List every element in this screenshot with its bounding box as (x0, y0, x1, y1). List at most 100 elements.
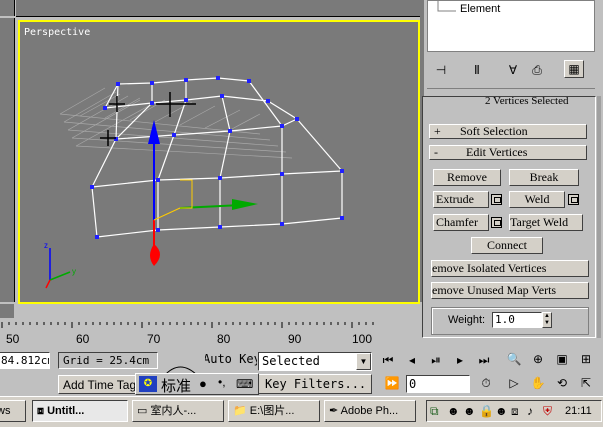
zoom-extents-all-icon[interactable]: ⊞ (576, 350, 596, 368)
show-end-result-icon[interactable]: Ⅱ (467, 61, 487, 79)
key-mode-toggle-icon[interactable]: ⏩ (382, 374, 402, 392)
taskbar-item-label: 室内人-... (150, 405, 197, 417)
add-time-tag-button[interactable]: Add Time Tag (58, 375, 138, 394)
make-unique-icon[interactable]: ∀ (503, 61, 523, 79)
key-filters-button[interactable]: Key Filters... (258, 374, 372, 394)
rollout-sign: + (434, 124, 441, 138)
ruler-tick-label: 70 (147, 332, 161, 346)
perspective-viewport[interactable]: Perspective z y (18, 20, 420, 304)
photoshop-icon: ✒ (329, 405, 341, 417)
time-config-icon[interactable]: ⏱ (476, 374, 496, 392)
tray-monitor-icon[interactable]: ⧈ (511, 404, 519, 419)
taskbar: ws ⧈ Untitl... ▭ 室内人-... 📁 E:\图片... ✒ Ad… (0, 396, 603, 427)
viewport-top-left-edge (0, 0, 15, 16)
box-wireframe (91, 77, 343, 238)
clock[interactable]: 21:11 (565, 405, 592, 417)
app-3dsmax-icon: ⧈ (37, 405, 48, 417)
time-ruler[interactable]: 50 60 70 80 90 100 (0, 320, 420, 348)
weight-input[interactable]: 1.0 (492, 312, 542, 328)
weight-spinner[interactable]: ▲ ▼ (542, 312, 552, 328)
arc-rotate-icon[interactable]: ⟲ (552, 374, 572, 392)
svg-text:y: y (72, 267, 76, 276)
go-to-end-icon[interactable]: ⏭ (474, 351, 494, 369)
maximize-viewport-icon[interactable]: ⇱ (576, 374, 596, 392)
viewport-left-edge[interactable] (0, 18, 15, 302)
chamfer-settings-checkbox[interactable] (491, 217, 502, 228)
tray-network-icon[interactable]: ⧉ (430, 404, 439, 419)
zoom-all-icon[interactable]: ⊕ (528, 350, 548, 368)
system-tray: ⧉ ☻ ☻ 🔒 ☻ ⧈ ♪ ⛨ 21:11 (426, 400, 602, 422)
auto-key-button[interactable]: Auto Key (205, 352, 257, 369)
rollout-title: Edit Vertices (466, 145, 528, 159)
rollout-soft-selection[interactable]: + Soft Selection (429, 124, 587, 139)
app-window-icon: ▭ (137, 405, 151, 417)
tray-lock-icon[interactable]: 🔒 (479, 404, 494, 418)
tray-qq-icon[interactable]: ☻ (463, 404, 476, 418)
remove-isolated-vertices-button[interactable]: Remove Isolated Vertices (431, 260, 589, 277)
taskbar-item-3[interactable]: 📁 E:\图片... (228, 400, 320, 422)
ime-fullwidth-icon[interactable]: ● (199, 376, 207, 391)
tray-shield-icon[interactable]: ⛨ (543, 404, 552, 419)
taskbar-item-4[interactable]: ✒ Adobe Ph... (324, 400, 416, 422)
zoom-extents-icon[interactable]: ▣ (552, 350, 572, 368)
ime-toolbar[interactable]: ✪ 标准 ● •, ⌨ (135, 373, 259, 395)
remove-modifier-icon[interactable]: ⎙ (527, 61, 547, 79)
svg-text:z: z (44, 241, 48, 250)
playback-controls: ⏮ ◂ ⏯ ▸ ⏭ (378, 350, 500, 370)
rollout-sign: - (434, 145, 438, 159)
ruler-tick-label: 100 (352, 332, 373, 346)
modifier-stack[interactable]: Element (427, 0, 595, 52)
taskbar-item-2[interactable]: ▭ 室内人-... (132, 400, 224, 422)
ime-punct-icon[interactable]: •, (218, 375, 226, 389)
start-button[interactable]: ws (0, 400, 26, 422)
previous-frame-icon[interactable]: ◂ (402, 351, 422, 369)
current-frame-field[interactable]: 0 (406, 375, 470, 393)
weld-settings-checkbox[interactable] (568, 194, 579, 205)
chamfer-button[interactable]: Chamfer (433, 214, 489, 231)
ime-logo-icon[interactable]: ✪ (139, 376, 157, 392)
taskbar-item-untitled[interactable]: ⧈ Untitl... (32, 400, 128, 422)
remove-unused-map-verts-button[interactable]: Remove Unused Map Verts (431, 282, 589, 299)
ime-mode-label[interactable]: 标准 (161, 375, 191, 396)
extrude-button[interactable]: Extrude (433, 191, 489, 208)
world-axis-tripod: z y (44, 241, 76, 289)
element-label[interactable]: Element (460, 3, 500, 15)
taskbar-item-label: E:\图片... (249, 405, 295, 417)
dropdown-arrow-icon[interactable]: ▼ (356, 353, 371, 370)
auto-key-label: Auto Key (205, 352, 257, 366)
vertices (90, 76, 344, 239)
tree-lines (437, 1, 456, 12)
selection-dropdown-value: Selected (262, 354, 320, 368)
viewport-scene: z y (44, 76, 344, 289)
panel-separator (427, 88, 595, 89)
coord-field[interactable]: 84.812cm (0, 352, 50, 369)
zoom-icon[interactable]: 🔍 (504, 350, 524, 368)
break-button[interactable]: Break (509, 169, 579, 186)
go-to-start-icon[interactable]: ⏮ (378, 351, 398, 369)
pan-hand-icon[interactable]: ✋ (528, 374, 548, 392)
target-weld-button[interactable]: Target Weld (509, 214, 583, 231)
viewport-top-strip[interactable] (16, 0, 420, 17)
grid-field: Grid = 25.4cm (58, 352, 158, 369)
configure-modifier-sets-icon[interactable]: ▦ (564, 60, 584, 78)
key-filters-label: Key Filters... (265, 377, 367, 391)
tray-qq-icon[interactable]: ☻ (495, 404, 508, 418)
tray-volume-icon[interactable]: ♪ (527, 404, 533, 418)
selection-dropdown[interactable]: Selected ▼ (258, 352, 372, 371)
extrude-settings-checkbox[interactable] (491, 194, 502, 205)
remove-button[interactable]: Remove (433, 169, 501, 186)
pin-stack-icon[interactable]: ⊣ (431, 61, 451, 79)
selection-info: 2 Vertices Selected (485, 96, 569, 107)
play-icon[interactable]: ⏯ (426, 351, 446, 369)
panel-scrollbar[interactable] (597, 96, 601, 338)
next-frame-icon[interactable]: ▸ (450, 351, 470, 369)
weld-button[interactable]: Weld (509, 191, 565, 208)
viewport-bottom-left (0, 304, 14, 318)
rollout-edit-vertices[interactable]: - Edit Vertices (429, 145, 587, 160)
viewport-nav-controls: 🔍 ⊕ ▣ ⊞ ▷ ✋ ⟲ ⇱ (504, 348, 603, 396)
tray-qq-icon[interactable]: ☻ (447, 404, 460, 418)
field-of-view-icon[interactable]: ▷ (504, 374, 524, 392)
connect-button[interactable]: Connect (471, 237, 543, 254)
weight-label: Weight: (448, 314, 486, 326)
ime-keyboard-icon[interactable]: ⌨ (236, 377, 253, 391)
